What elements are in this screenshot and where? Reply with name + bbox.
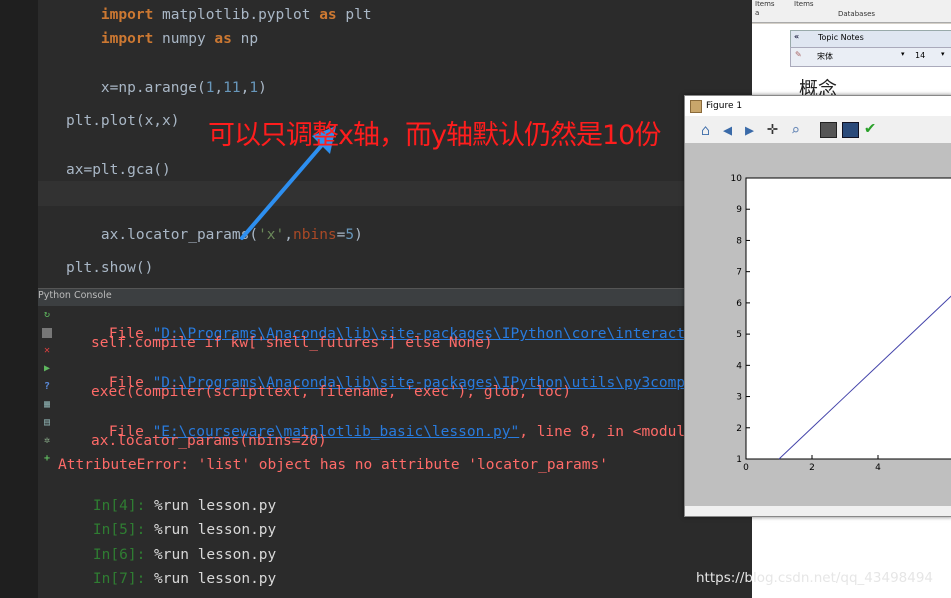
font-toolbar: ✎ 宋体 ▾ 14 ▾ [790, 47, 951, 67]
save-icon[interactable] [842, 122, 859, 138]
code-line-show[interactable]: plt.show() [66, 260, 153, 276]
forward-icon[interactable]: ▶ [745, 121, 754, 139]
code-line-arange[interactable]: x=np.arange(1,11,1) [66, 64, 267, 112]
y-tick-label: 3 [736, 393, 742, 403]
traceback-line-6: ax.locator_params(nbins=20) [91, 433, 327, 449]
ribbon-a: a [755, 9, 760, 17]
debug-icon[interactable]: ✲ [42, 436, 52, 446]
back-icon[interactable]: ◀ [723, 121, 732, 139]
figure-window[interactable]: Figure 1 ⌂ ◀ ▶ ✛ ⌕ ✔ 1 2 3 4 5 6 7 8 9 10 0 2 4 [684, 95, 951, 517]
chevron-down-icon[interactable]: ▾ [901, 50, 905, 58]
collapse-icon[interactable]: « [794, 32, 799, 41]
ribbon-items-2[interactable]: Items [794, 0, 814, 8]
traceback-line-2: self.compile if kw['shell_futures'] else… [91, 335, 493, 351]
attribute-error-line: AttributeError: 'list' object has no att… [58, 457, 608, 473]
format-brush-icon[interactable]: ✎ [795, 50, 802, 59]
y-tick-label: 4 [736, 361, 742, 371]
y-tick-label: 5 [736, 330, 742, 340]
code-line-gca[interactable]: ax=plt.gca() [66, 162, 171, 178]
variables-icon[interactable]: ▤ [42, 418, 52, 428]
figure-titlebar[interactable]: Figure 1 [685, 96, 951, 116]
y-tick-label: 2 [736, 424, 742, 434]
console-prompt-line[interactable]: In[7]: %run lesson.py [58, 555, 276, 598]
run-icon[interactable]: ▶ [42, 364, 52, 374]
font-name-select[interactable]: 宋体 [817, 51, 833, 62]
y-tick-label: 9 [736, 205, 742, 215]
console-toolbar: ↻ ✕ ▶ ? ▦ ▤ ✲ + [38, 306, 56, 598]
code-line-plot[interactable]: plt.plot(x,x) [66, 113, 180, 129]
zoom-icon[interactable]: ⌕ [791, 121, 800, 139]
chevron-down-icon[interactable]: ▾ [941, 50, 945, 58]
watermark: https://blog.csdn.net/qq_43498494 [696, 570, 934, 586]
console-title: Python Console [38, 290, 112, 301]
topic-notes-label: Topic Notes [818, 33, 864, 42]
close-icon[interactable]: ✕ [42, 346, 52, 356]
new-console-icon[interactable]: + [42, 454, 52, 464]
y-tick-label: 1 [736, 455, 742, 465]
figure-toolbar: ⌂ ◀ ▶ ✛ ⌕ ✔ [685, 116, 951, 142]
help-icon[interactable]: ? [42, 382, 52, 392]
python-console[interactable]: File "D:\Programs\Anaconda\lib\site-pack… [38, 306, 752, 598]
font-size-select[interactable]: 14 [915, 51, 925, 60]
figure-title: Figure 1 [706, 101, 743, 111]
x-tick-label: 2 [809, 463, 815, 473]
axes-frame [745, 177, 951, 460]
y-tick-label: 10 [731, 174, 743, 184]
ribbon-databases[interactable]: Databases [838, 10, 875, 18]
ribbon-bar: Items a Items Databases [752, 0, 951, 23]
pan-icon[interactable]: ✛ [767, 118, 778, 139]
plot-svg: 1 2 3 4 5 6 7 8 9 10 0 2 4 [731, 174, 951, 473]
rerun-icon[interactable]: ↻ [42, 310, 52, 320]
y-tick-label: 8 [736, 236, 742, 246]
figure-app-icon [690, 100, 702, 113]
left-gutter [0, 0, 38, 598]
topic-notes-bar: « Topic Notes [790, 30, 951, 48]
console-header: Python Console [38, 288, 688, 307]
figure-canvas[interactable]: 1 2 3 4 5 6 7 8 9 10 0 2 4 [685, 143, 951, 506]
y-tick-label: 7 [736, 268, 742, 278]
current-line-highlight [38, 181, 752, 206]
traceback-line-4: exec(compiler(scripttext, filename, 'exe… [91, 384, 572, 400]
console-settings-icon[interactable]: ▦ [42, 400, 52, 410]
checkmark-icon[interactable]: ✔ [865, 118, 875, 138]
stop-icon[interactable] [42, 328, 52, 338]
ribbon-items-1[interactable]: Items [755, 0, 775, 8]
x-tick-label: 0 [743, 463, 749, 473]
code-line-import-numpy[interactable]: import numpy as np [66, 15, 258, 63]
x-tick-label: 4 [875, 463, 881, 473]
annotation-text: 可以只调整x轴，而y轴默认仍然是10份 [208, 120, 661, 151]
home-icon[interactable]: ⌂ [701, 121, 710, 139]
configure-subplots-icon[interactable] [820, 122, 837, 138]
y-tick-label: 6 [736, 299, 742, 309]
